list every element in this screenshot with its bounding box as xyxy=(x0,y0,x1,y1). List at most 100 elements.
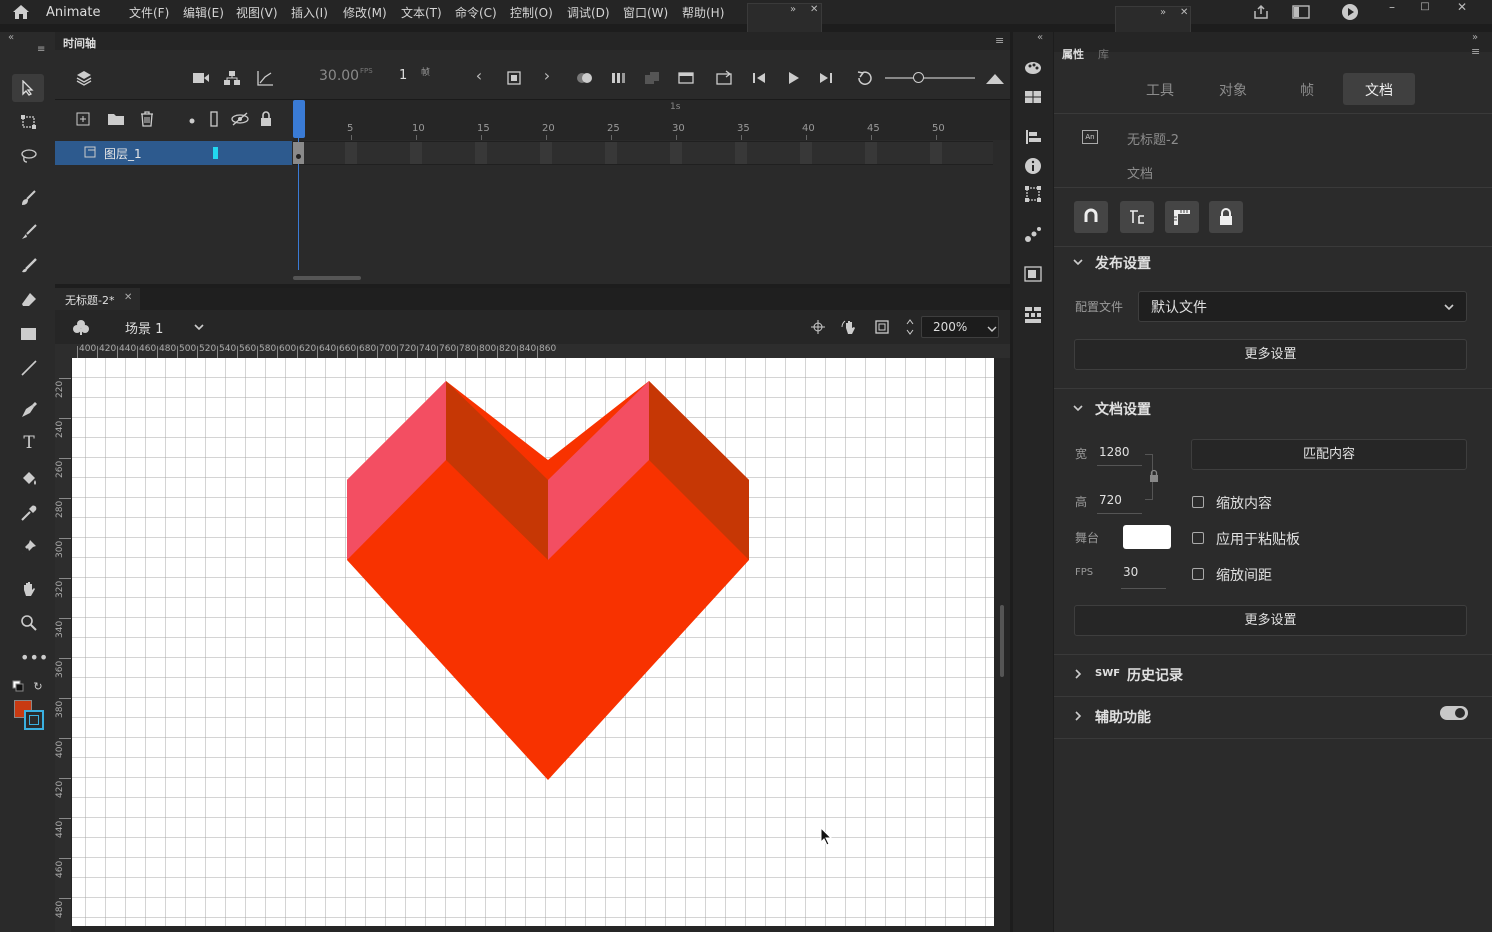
chevron-down-icon[interactable] xyxy=(1072,402,1084,414)
transform-panel-icon[interactable] xyxy=(1024,185,1042,203)
new-folder-icon[interactable] xyxy=(107,112,125,126)
timeline-zoom-large-icon[interactable] xyxy=(985,70,1005,86)
props-tab[interactable]: 属性 xyxy=(1062,46,1084,62)
panel-menu-icon[interactable]: ≡ xyxy=(1471,45,1480,58)
frame-cell[interactable] xyxy=(475,142,487,164)
default-colors-icon[interactable] xyxy=(12,680,24,692)
next-keyframe-icon[interactable]: › xyxy=(541,68,553,85)
current-frame[interactable]: 1 xyxy=(399,68,407,83)
panel-expand-icon[interactable]: » xyxy=(1160,7,1166,18)
close-window-icon[interactable]: ✕ xyxy=(1455,0,1469,14)
fluid-brush-tool-icon[interactable] xyxy=(20,257,38,275)
chevron-down-icon[interactable] xyxy=(1443,301,1455,313)
panel-menu-icon[interactable]: ≡ xyxy=(37,44,45,55)
info-panel-icon[interactable] xyxy=(1024,157,1042,175)
frame-cell[interactable] xyxy=(865,142,877,164)
home-icon[interactable] xyxy=(12,4,30,20)
frame-cell[interactable] xyxy=(345,142,357,164)
library-tab[interactable]: 库 xyxy=(1098,46,1109,62)
menu-modify[interactable]: 修改(M) xyxy=(343,4,387,21)
link-lock-icon[interactable] xyxy=(1148,469,1160,483)
loop-icon[interactable] xyxy=(856,70,874,86)
free-transform-tool-icon[interactable] xyxy=(20,114,38,130)
menu-file[interactable]: 文件(F) xyxy=(129,4,169,21)
panel-close-icon[interactable]: ✕ xyxy=(810,4,818,15)
rotate-stage-icon[interactable] xyxy=(841,318,859,336)
minimize-icon[interactable]: – xyxy=(1384,0,1400,14)
chevron-right-icon[interactable] xyxy=(1072,710,1084,722)
scale-spacing-checkbox[interactable] xyxy=(1192,568,1204,580)
stage-color-swatch[interactable] xyxy=(1123,525,1171,549)
layer-parenting-icon[interactable] xyxy=(223,70,241,86)
play-icon[interactable] xyxy=(785,70,801,86)
layer-color-marker[interactable] xyxy=(213,147,218,159)
lock-guides-button[interactable] xyxy=(1209,201,1243,233)
menu-control[interactable]: 控制(O) xyxy=(510,4,553,21)
delete-layer-icon[interactable] xyxy=(139,111,155,127)
menu-window[interactable]: 窗口(W) xyxy=(623,4,668,21)
fps-field[interactable]: 30 xyxy=(1123,565,1138,579)
frame-cell[interactable] xyxy=(540,142,552,164)
menu-view[interactable]: 视图(V) xyxy=(236,4,278,21)
prev-keyframe-icon[interactable]: ‹ xyxy=(473,68,485,85)
paint-bucket-tool-icon[interactable] xyxy=(20,470,38,488)
zoom-stepper-icon[interactable] xyxy=(905,317,915,337)
onion-outline-icon[interactable] xyxy=(610,70,628,86)
hand-tool-icon[interactable] xyxy=(20,580,38,598)
swap-colors-icon[interactable]: ↻ xyxy=(32,680,44,693)
panel-expand-icon[interactable]: » xyxy=(790,4,796,15)
new-layer-icon[interactable] xyxy=(76,112,90,126)
fill-color-swatch[interactable] xyxy=(24,710,44,730)
playhead-handle[interactable] xyxy=(293,100,305,138)
layers-icon[interactable] xyxy=(75,69,93,87)
frame-cell[interactable] xyxy=(670,142,682,164)
loop-playback-icon[interactable] xyxy=(715,70,733,86)
width-value[interactable]: 1280 xyxy=(1099,445,1130,459)
insert-keyframe-icon[interactable] xyxy=(506,70,522,86)
accessibility-toggle[interactable] xyxy=(1440,706,1468,720)
zoom-tool-icon[interactable] xyxy=(20,614,38,632)
chevron-right-icon[interactable] xyxy=(1072,668,1084,680)
accessibility-title[interactable]: 辅助功能 xyxy=(1095,707,1151,727)
menu-debug[interactable]: 调试(D) xyxy=(567,4,610,21)
pen-tool-icon[interactable] xyxy=(20,401,38,419)
create-classic-tween-icon[interactable] xyxy=(677,70,695,86)
visibility-icon[interactable] xyxy=(231,112,249,126)
rectangle-tool-icon[interactable] xyxy=(20,326,38,342)
clip-canvas-icon[interactable] xyxy=(874,319,890,335)
timeline-zoom-thumb[interactable] xyxy=(913,72,924,83)
scene-name[interactable]: 场景 1 xyxy=(125,318,163,337)
timeline-hscrollbar[interactable] xyxy=(293,276,361,280)
tab-object[interactable]: 对象 xyxy=(1219,80,1247,100)
align-panel-icon[interactable] xyxy=(1024,129,1042,145)
frame-cell[interactable] xyxy=(410,142,422,164)
menu-help[interactable]: 帮助(H) xyxy=(682,4,724,21)
camera-icon[interactable] xyxy=(192,70,210,86)
rulers-button[interactable] xyxy=(1165,201,1199,233)
frame-cell[interactable] xyxy=(930,142,942,164)
vertical-scrollbar[interactable] xyxy=(1000,605,1004,677)
publish-settings-title[interactable]: 发布设置 xyxy=(1095,253,1151,273)
frame-cell[interactable] xyxy=(800,142,812,164)
height-value[interactable]: 720 xyxy=(1099,493,1122,507)
share-icon[interactable] xyxy=(1252,4,1270,20)
snap-to-objects-button[interactable] xyxy=(1074,201,1108,233)
layer-name[interactable]: 图层_1 xyxy=(104,145,142,162)
edit-multiple-frames-icon[interactable] xyxy=(643,70,661,86)
pin-tool-icon[interactable] xyxy=(20,538,38,556)
maximize-icon[interactable]: □ xyxy=(1418,0,1432,12)
step-forward-icon[interactable] xyxy=(818,70,834,86)
doc-tab-title[interactable]: 无标题-2* xyxy=(65,292,114,308)
tab-document[interactable]: 文档 xyxy=(1365,80,1393,100)
lasso-tool-icon[interactable] xyxy=(20,148,38,164)
selection-tool-icon[interactable] xyxy=(20,79,36,96)
library-panel-icon[interactable] xyxy=(1024,266,1042,282)
frames-row[interactable] xyxy=(293,141,993,165)
color-panel-icon[interactable] xyxy=(1024,60,1042,76)
frame-cell[interactable] xyxy=(605,142,617,164)
publish-more-settings-button[interactable]: 更多设置 xyxy=(1074,339,1467,370)
timeline-zoom-slider[interactable] xyxy=(885,77,975,79)
dock-collapse-icon[interactable]: « xyxy=(1037,32,1043,43)
zoom-dropdown-icon[interactable] xyxy=(987,322,997,332)
menu-edit[interactable]: 编辑(E) xyxy=(183,4,224,21)
